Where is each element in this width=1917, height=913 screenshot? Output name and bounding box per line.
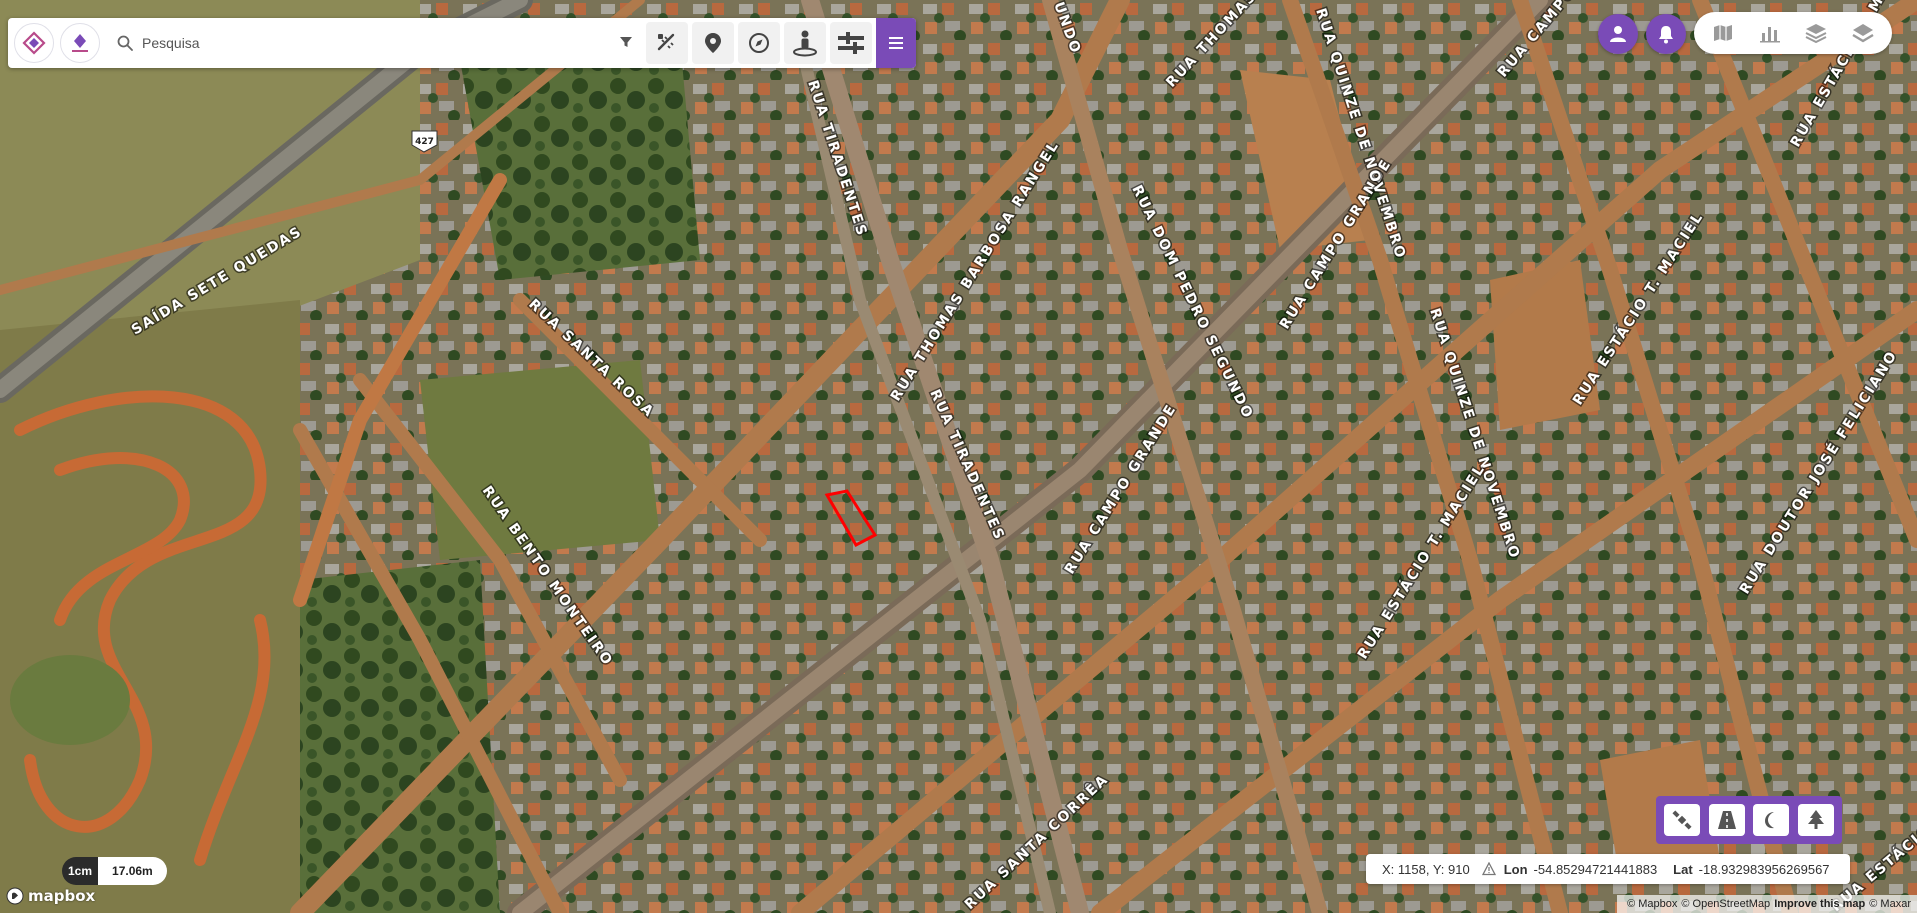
map-icon bbox=[1714, 25, 1733, 41]
hamburger-icon bbox=[889, 37, 903, 49]
dark-style-button[interactable] bbox=[1753, 804, 1790, 836]
road-icon bbox=[1717, 811, 1736, 829]
menu-button[interactable] bbox=[876, 18, 916, 68]
map-style-panel bbox=[1656, 796, 1842, 844]
layers-icon bbox=[1852, 24, 1874, 43]
stack-icon bbox=[1805, 24, 1827, 44]
user-button[interactable] bbox=[1598, 14, 1638, 54]
mapbox-wordmark: mapbox bbox=[28, 887, 96, 905]
attribution-osm[interactable]: © OpenStreetMap bbox=[1681, 898, 1770, 910]
attribution-mapbox[interactable]: © Mapbox bbox=[1627, 898, 1677, 910]
measure-icon bbox=[657, 33, 675, 51]
lat-label: Lat bbox=[1673, 861, 1693, 877]
org-logo-icon bbox=[72, 34, 88, 52]
nature-style-button[interactable] bbox=[1797, 804, 1834, 836]
street-view-icon bbox=[793, 30, 817, 57]
top-toolbar bbox=[8, 18, 916, 68]
tree-icon bbox=[1807, 810, 1824, 829]
satellite-icon bbox=[1672, 810, 1692, 830]
scale-unit: 1cm bbox=[62, 857, 99, 885]
mapbox-icon bbox=[6, 887, 24, 905]
pin-button[interactable] bbox=[692, 22, 734, 64]
compass-icon bbox=[749, 33, 769, 53]
map-layer-button[interactable] bbox=[1705, 17, 1741, 49]
bell-icon bbox=[1659, 26, 1673, 44]
compass-button[interactable] bbox=[738, 22, 780, 64]
layers-sliders-icon bbox=[838, 32, 864, 54]
lon-label: Lon bbox=[1503, 861, 1528, 877]
moon-icon bbox=[1765, 812, 1775, 829]
warning-icon bbox=[1481, 862, 1496, 876]
layers-button[interactable] bbox=[1845, 17, 1881, 49]
svg-text:427: 427 bbox=[415, 137, 434, 147]
vegetation bbox=[460, 40, 700, 280]
pin-icon bbox=[705, 33, 721, 53]
org-logo[interactable] bbox=[60, 23, 100, 63]
lon-value: -54.85294721441883 bbox=[1533, 861, 1658, 877]
search-icon bbox=[117, 35, 133, 51]
app-logo[interactable] bbox=[14, 23, 54, 63]
filter-icon[interactable] bbox=[618, 34, 634, 50]
satellite-map[interactable]: 427 SAÍDA SETE QUEDAS RUA SANTA ROSA RUA… bbox=[0, 0, 1917, 913]
measure-button[interactable] bbox=[646, 22, 688, 64]
chart-layer-button[interactable] bbox=[1752, 17, 1788, 49]
xy-readout: X: 1158, Y: 910 bbox=[1382, 861, 1470, 877]
map-layer-group bbox=[1694, 12, 1892, 54]
notifications-button[interactable] bbox=[1646, 14, 1686, 54]
grass-patch bbox=[10, 655, 130, 745]
user-icon bbox=[1610, 26, 1626, 42]
improve-map-link[interactable]: Improve this map bbox=[1774, 898, 1865, 910]
attribution-maxar[interactable]: © Maxar bbox=[1869, 898, 1911, 910]
search-input[interactable] bbox=[140, 34, 614, 52]
scale-bar: 1cm 17.06m bbox=[62, 857, 167, 885]
scale-distance: 17.06m bbox=[98, 857, 167, 885]
map-attribution: © Mapbox © OpenStreetMap Improve this ma… bbox=[1617, 895, 1917, 913]
layers-sliders-button[interactable] bbox=[830, 22, 872, 64]
lat-value: -18.932983956269567 bbox=[1698, 861, 1830, 877]
street-view-button[interactable] bbox=[784, 22, 826, 64]
mapbox-logo[interactable]: mapbox bbox=[6, 887, 95, 905]
search-box bbox=[108, 22, 642, 64]
coordinate-readout: X: 1158, Y: 910 Lon -54.85294721441883 L… bbox=[1366, 854, 1850, 884]
bar-chart-icon bbox=[1759, 27, 1780, 43]
stack-layer-button[interactable] bbox=[1798, 17, 1834, 49]
road-style-button[interactable] bbox=[1708, 804, 1745, 836]
satellite-style-button[interactable] bbox=[1664, 804, 1701, 836]
logo-icon bbox=[22, 31, 46, 55]
